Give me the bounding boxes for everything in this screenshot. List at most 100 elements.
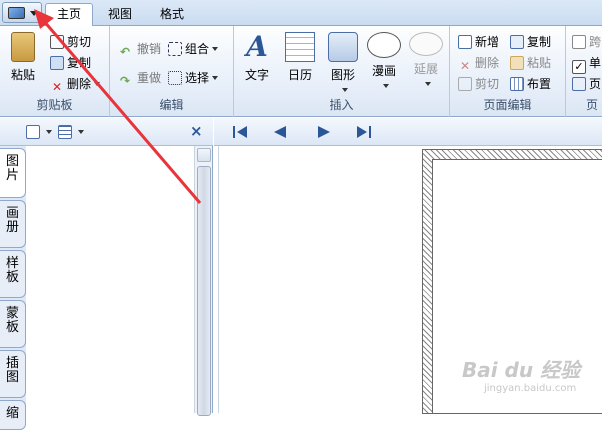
paste-icon — [510, 56, 524, 70]
vtab-more[interactable]: 缩 — [0, 400, 26, 430]
text-icon: A — [246, 30, 268, 63]
checkbox-span[interactable]: 跨 — [572, 33, 601, 51]
redo-button[interactable]: ↷ 重做 — [120, 69, 161, 88]
scrollbar[interactable] — [194, 146, 212, 416]
cut-label: 剪切 — [67, 35, 92, 49]
app-menu-button[interactable] — [2, 2, 42, 23]
select-icon — [168, 71, 182, 85]
text-button[interactable]: A 文字 — [240, 32, 274, 83]
tab-view[interactable]: 视图 — [96, 4, 144, 26]
redo-icon: ↷ — [120, 74, 131, 88]
left-panel-toolbar: × — [0, 118, 213, 146]
paste-icon — [11, 32, 35, 62]
delete-page-button[interactable]: ✕ 删除 — [458, 54, 499, 73]
page-edit-group: 新增 复制 ✕ 删除 粘贴 剪切 布置 页面编辑 — [450, 26, 566, 117]
insert-group: A 文字 日历 图形 漫画 延展 插入 — [234, 26, 450, 117]
edit-group: ↶ 撤销 ↷ 重做 组合 选择 编辑 — [110, 26, 234, 117]
options-group-label: 页 — [586, 98, 599, 112]
scissors-icon — [458, 77, 472, 91]
scissors-icon — [50, 35, 64, 49]
chevron-down-icon — [46, 130, 52, 134]
undo-icon: ↶ — [120, 45, 131, 59]
copy-icon — [50, 56, 64, 70]
comic-button[interactable]: 漫画 — [364, 32, 404, 93]
undo-button[interactable]: ↶ 撤销 — [120, 40, 162, 59]
select-button[interactable]: 选择 — [168, 69, 219, 87]
cut-page-button[interactable]: 剪切 — [458, 75, 499, 93]
vtab-album[interactable]: 画册 — [0, 200, 26, 248]
options-group: 跨 ✓ 单 页 页 — [566, 26, 602, 117]
last-page-icon[interactable] — [356, 125, 372, 139]
scroll-thumb[interactable] — [197, 166, 211, 416]
page-nav-bar — [214, 118, 602, 146]
comic-label: 漫画 — [371, 64, 396, 78]
select-label: 选择 — [185, 71, 210, 85]
list-view-icon — [58, 125, 72, 139]
chevron-down-icon — [424, 82, 431, 86]
thumbnail-view-icon — [26, 125, 40, 139]
group-label: 组合 — [185, 42, 210, 56]
page-option-label: 页 — [589, 77, 602, 91]
shape-button[interactable]: 图形 — [324, 32, 362, 97]
checkbox-single[interactable]: ✓ 单 — [572, 54, 601, 74]
cut-button[interactable]: 剪切 — [50, 33, 91, 51]
page-option-button[interactable]: 页 — [572, 75, 601, 93]
calendar-button[interactable]: 日历 — [280, 32, 320, 83]
calendar-label: 日历 — [287, 68, 312, 82]
vtab-label: 图片 — [5, 154, 19, 183]
next-page-icon[interactable] — [316, 125, 332, 139]
insert-group-label: 插入 — [329, 98, 354, 112]
clipboard-group: 粘贴 剪切 复制 ✕ 删除 剪贴板 — [0, 26, 110, 117]
extend-button[interactable]: 延展 — [406, 32, 446, 91]
list-mode-button[interactable] — [58, 125, 88, 139]
tab-home[interactable]: 主页 — [45, 3, 93, 27]
chevron-down-icon — [212, 47, 219, 51]
picture-list[interactable] — [26, 146, 194, 413]
text-label: 文字 — [244, 68, 269, 82]
previous-page-icon[interactable] — [272, 125, 288, 139]
chevron-down-icon — [341, 88, 348, 92]
clipboard-group-label: 剪贴板 — [36, 98, 73, 112]
copy-page-label: 复制 — [527, 35, 552, 49]
delete-icon: ✕ — [459, 59, 471, 73]
first-page-icon[interactable] — [232, 125, 248, 139]
scroll-up-button[interactable] — [197, 148, 211, 162]
chevron-down-icon — [382, 84, 389, 88]
extend-icon — [409, 32, 443, 56]
shape-icon — [328, 32, 358, 62]
shape-label: 图形 — [330, 68, 355, 82]
vtab-mask[interactable]: 蒙板 — [0, 300, 26, 348]
copy-page-button[interactable]: 复制 — [510, 33, 551, 51]
ribbon: 粘贴 剪切 复制 ✕ 删除 剪贴板 ↶ 撤销 ↷ 重做 组合 选择 编辑 A 文字 日… — [0, 26, 602, 117]
paste-page-button[interactable]: 粘贴 — [510, 54, 551, 72]
paste-label: 粘贴 — [10, 68, 35, 82]
vertical-tabs: 图片 画册 样板 蒙板 插图 缩 — [0, 146, 26, 430]
layout-button[interactable]: 布置 — [510, 75, 551, 93]
view-mode-button[interactable] — [26, 125, 52, 139]
undo-label: 撤销 — [137, 42, 162, 56]
vtab-label: 插图 — [5, 356, 19, 385]
delete-button[interactable]: ✕ 删除 — [50, 75, 101, 94]
extend-label: 延展 — [413, 62, 438, 76]
vtab-template[interactable]: 样板 — [0, 250, 26, 298]
paste-page-label: 粘贴 — [527, 56, 552, 70]
group-button[interactable]: 组合 — [168, 40, 219, 58]
calendar-icon — [285, 32, 315, 62]
layout-icon — [510, 77, 524, 91]
new-page-button[interactable]: 新增 — [458, 33, 499, 51]
close-icon[interactable]: × — [190, 122, 203, 140]
copy-button[interactable]: 复制 — [50, 54, 91, 72]
page-edit-group-label: 页面编辑 — [483, 98, 532, 112]
title-bar: 主页 视图 格式 — [0, 0, 602, 27]
vtab-pictures[interactable]: 图片 — [0, 148, 26, 198]
edit-group-label: 编辑 — [159, 98, 184, 112]
cut-page-label: 剪切 — [475, 77, 500, 91]
checkmark-icon: ✓ — [572, 60, 586, 74]
tab-format[interactable]: 格式 — [148, 4, 196, 26]
vtab-label: 画册 — [5, 206, 19, 235]
copy-icon — [510, 35, 524, 49]
paste-button[interactable]: 粘贴 — [6, 32, 40, 83]
vtab-illustration[interactable]: 插图 — [0, 350, 26, 398]
chevron-down-icon — [212, 76, 219, 80]
page-icon — [572, 77, 586, 91]
